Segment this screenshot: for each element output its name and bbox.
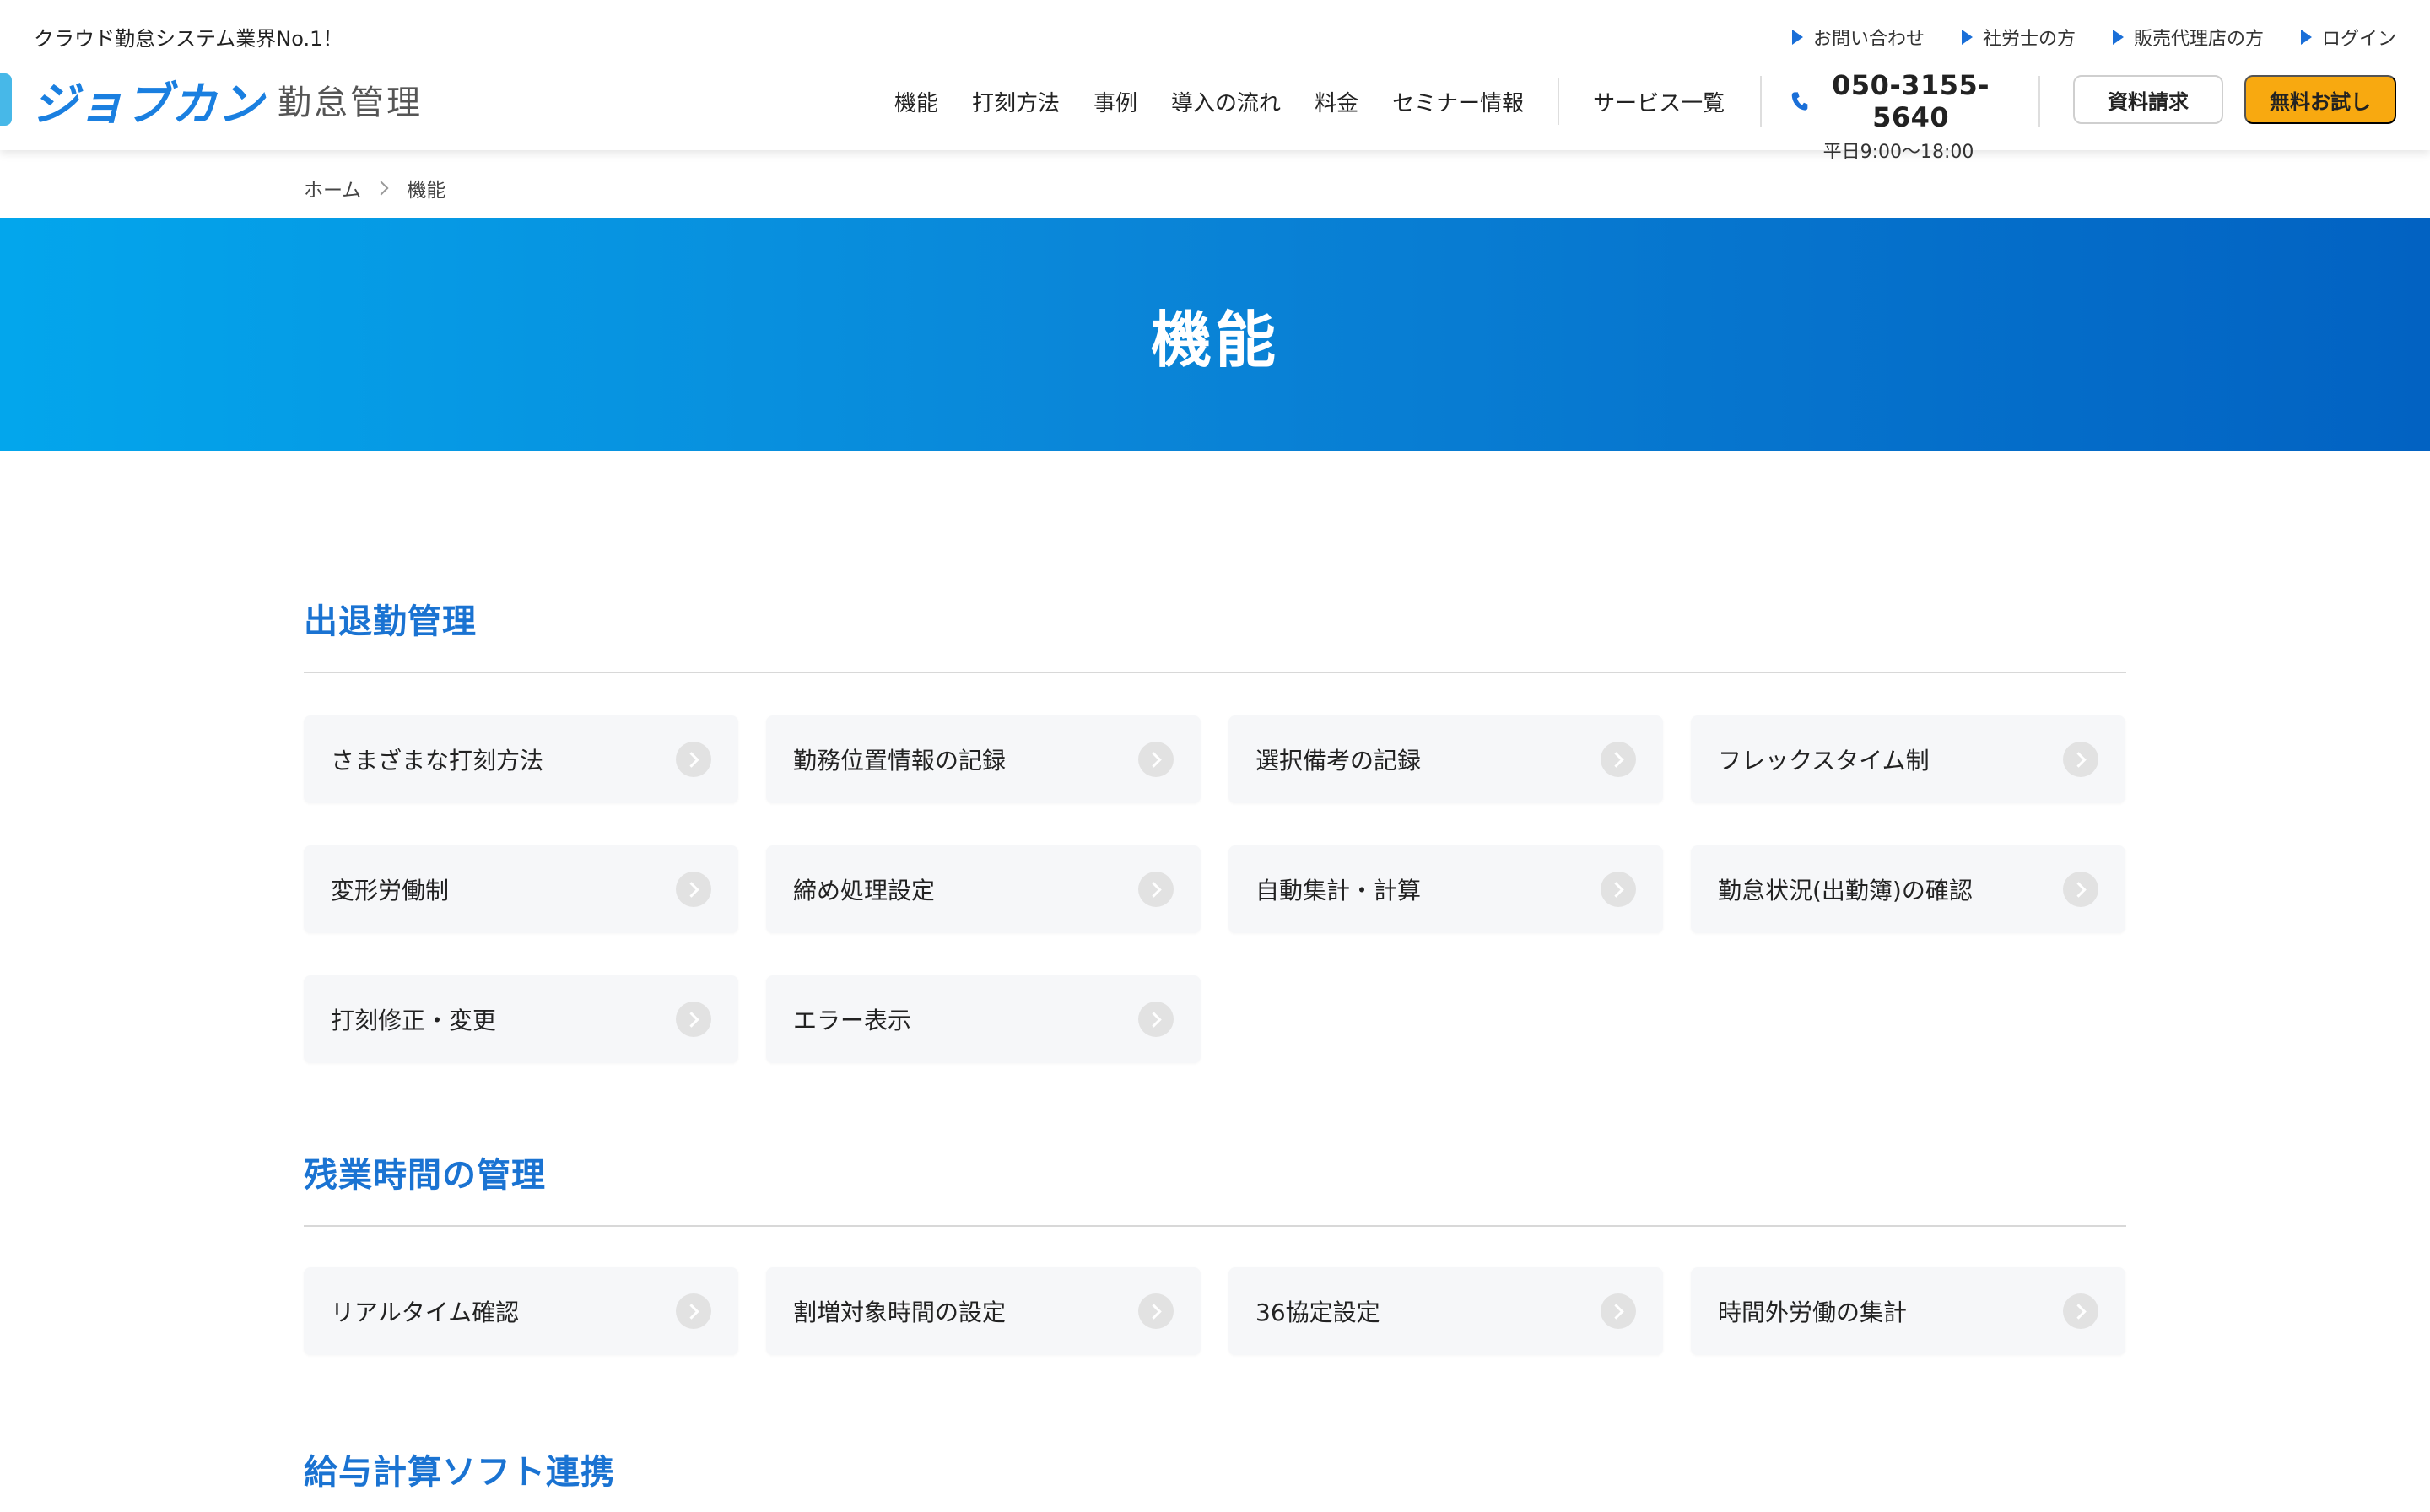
triangle-right-icon <box>2112 30 2124 45</box>
feature-card[interactable]: 締め処理設定 <box>766 845 1201 933</box>
section-title-payroll: 給与計算ソフト連携 <box>304 1453 615 1492</box>
hero-banner: 機能 <box>0 218 2430 451</box>
feature-card[interactable]: エラー表示 <box>766 975 1201 1063</box>
arrow-circle-icon <box>1138 1002 1174 1037</box>
section-title-overtime: 残業時間の管理 <box>304 1156 546 1195</box>
phone-hours: 平日9:00〜18:00 <box>1822 142 1974 163</box>
feature-card[interactable]: 選択備考の記録 <box>1228 716 1663 803</box>
phone-icon <box>1791 92 1808 111</box>
nav-divider <box>2038 76 2040 127</box>
arrow-circle-icon <box>1601 1293 1636 1329</box>
phone-contact: 050-3155-5640 平日9:00〜18:00 <box>1790 69 2006 164</box>
request-documents-button[interactable]: 資料請求 <box>2073 75 2223 124</box>
chevron-right-icon <box>374 181 389 196</box>
triangle-right-icon <box>1961 30 1973 45</box>
section-divider <box>304 1225 2126 1227</box>
breadcrumb: ホーム 機能 <box>304 174 446 202</box>
logo-main-text: ジョブカン <box>32 77 264 131</box>
feature-card[interactable]: 自動集計・計算 <box>1228 845 1663 933</box>
feature-card[interactable]: 時間外労働の集計 <box>1691 1267 2125 1355</box>
arrow-circle-icon <box>676 1293 711 1329</box>
logo-sub-text: 勤怠管理 <box>278 84 423 122</box>
free-trial-button[interactable]: 無料お試し <box>2244 75 2396 124</box>
nav-divider <box>1760 76 1762 127</box>
feature-card[interactable]: 勤怠状況(出勤簿)の確認 <box>1691 845 2125 933</box>
arrow-circle-icon <box>2063 872 2098 907</box>
breadcrumb-current: 機能 <box>407 180 446 202</box>
logo-tab <box>0 73 12 126</box>
contact-link[interactable]: お問い合わせ <box>1791 24 1925 51</box>
triangle-right-icon <box>1791 30 1803 45</box>
arrow-circle-icon <box>2063 742 2098 777</box>
feature-card[interactable]: フレックスタイム制 <box>1691 716 2125 803</box>
section-divider <box>304 672 2126 673</box>
feature-card[interactable]: 割増対象時間の設定 <box>766 1267 1201 1355</box>
arrow-circle-icon <box>1138 872 1174 907</box>
nav-onboarding-flow[interactable]: 導入の流れ <box>1171 86 1281 117</box>
arrow-circle-icon <box>1601 872 1636 907</box>
arrow-circle-icon <box>676 1002 711 1037</box>
feature-card[interactable]: 36協定設定 <box>1228 1267 1663 1355</box>
nav-divider <box>1558 78 1560 125</box>
arrow-circle-icon <box>676 872 711 907</box>
nav-pricing[interactable]: 料金 <box>1315 86 1358 117</box>
header-tagline: クラウド勤怠システム業界No.1！ <box>34 27 343 51</box>
page-title: 機能 <box>1150 304 1279 375</box>
nav-services[interactable]: サービス一覧 <box>1593 86 1725 117</box>
section-title-attendance: 出退勤管理 <box>304 602 477 641</box>
feature-card[interactable]: リアルタイム確認 <box>304 1267 738 1355</box>
utility-nav: お問い合わせ 社労士の方 販売代理店の方 ログイン <box>1791 24 2396 51</box>
labor-consultant-link[interactable]: 社労士の方 <box>1961 24 2076 51</box>
feature-card[interactable]: 勤務位置情報の記録 <box>766 716 1201 803</box>
site-logo[interactable]: ジョブカン 勤怠管理 <box>0 73 423 131</box>
feature-card[interactable]: さまざまな打刻方法 <box>304 716 738 803</box>
site-header: クラウド勤怠システム業界No.1！ お問い合わせ 社労士の方 販売代理店の方 ロ… <box>0 0 2430 163</box>
arrow-circle-icon <box>1601 742 1636 777</box>
nav-case-studies[interactable]: 事例 <box>1094 86 1137 117</box>
phone-number: 050-3155-5640 <box>1832 69 1990 133</box>
feature-card[interactable]: 変形労働制 <box>304 845 738 933</box>
login-link[interactable]: ログイン <box>2300 24 2396 51</box>
nav-seminars[interactable]: セミナー情報 <box>1392 86 1524 117</box>
breadcrumb-home[interactable]: ホーム <box>304 174 361 202</box>
triangle-right-icon <box>2300 30 2312 45</box>
arrow-circle-icon <box>2063 1293 2098 1329</box>
nav-clock-methods[interactable]: 打刻方法 <box>972 86 1060 117</box>
feature-grid-overtime: リアルタイム確認 割増対象時間の設定 36協定設定 時間外労働の集計 <box>304 1267 2126 1355</box>
feature-grid-attendance: さまざまな打刻方法 勤務位置情報の記録 選択備考の記録 フレックスタイム制 変形… <box>304 716 2126 1063</box>
main-nav: 機能 打刻方法 事例 導入の流れ 料金 セミナー情報 サービス一覧 <box>894 78 1758 125</box>
feature-card[interactable]: 打刻修正・変更 <box>304 975 738 1063</box>
nav-features[interactable]: 機能 <box>894 86 938 117</box>
arrow-circle-icon <box>1138 1293 1174 1329</box>
arrow-circle-icon <box>676 742 711 777</box>
reseller-link[interactable]: 販売代理店の方 <box>2112 24 2264 51</box>
arrow-circle-icon <box>1138 742 1174 777</box>
